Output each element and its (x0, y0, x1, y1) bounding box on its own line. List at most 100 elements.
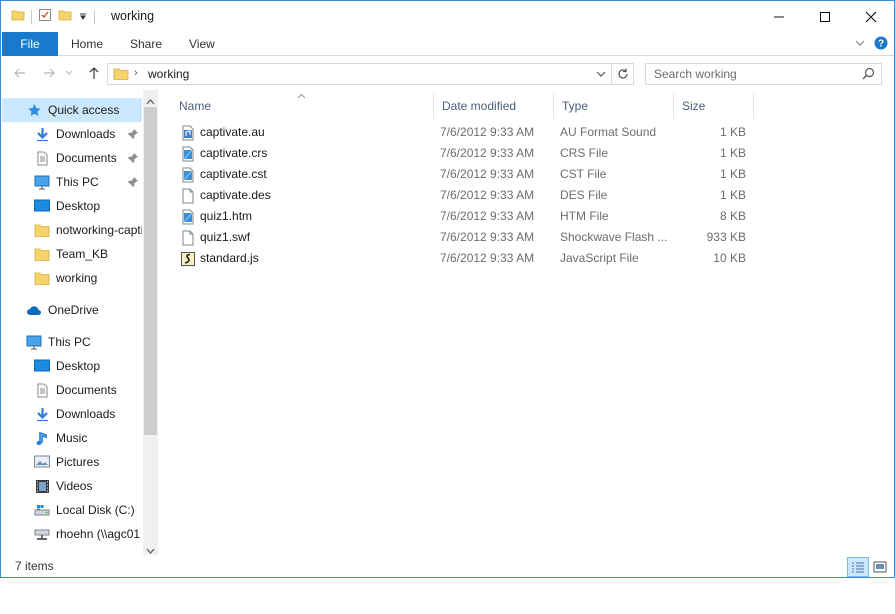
scroll-down-icon[interactable] (146, 544, 155, 555)
nav-item-this-pc[interactable]: This PC (2, 330, 142, 354)
file-row[interactable]: standard.js 7/6/2012 9:33 AM JavaScript … (171, 248, 881, 269)
help-button[interactable]: ? (874, 36, 888, 53)
tab-share[interactable]: Share (130, 32, 162, 56)
address-divider (611, 64, 612, 84)
maximize-icon (820, 11, 830, 22)
column-header-name[interactable]: Name (171, 93, 434, 119)
scroll-up-icon[interactable] (146, 94, 155, 108)
folder-icon (34, 270, 50, 286)
nav-item-this-pc-quick[interactable]: This PC (2, 170, 142, 194)
search-box[interactable] (645, 63, 882, 85)
customize-qat-icon[interactable] (78, 10, 88, 24)
chevron-down-icon (65, 70, 73, 75)
nav-item-team-kb[interactable]: Team_KB (2, 242, 142, 266)
file-type: Shockwave Flash ... (560, 230, 668, 244)
tab-view[interactable]: View (189, 32, 215, 56)
video-icon (34, 478, 50, 494)
file-row[interactable]: captivate.au 7/6/2012 9:33 AM AU Format … (171, 122, 881, 143)
new-folder-icon[interactable] (58, 8, 72, 25)
details-view-button[interactable] (847, 557, 869, 577)
quick-access-toolbar (11, 8, 95, 25)
forward-button[interactable] (39, 63, 59, 83)
desktop-icon (34, 198, 50, 214)
title-bar: working (1, 1, 894, 32)
breadcrumb-separator-icon[interactable]: › (134, 67, 138, 79)
pin-icon[interactable] (127, 176, 139, 188)
chevron-down-icon (855, 40, 865, 46)
blue-file-icon (180, 167, 196, 183)
minimize-button[interactable] (756, 1, 802, 32)
file-type: CRS File (560, 146, 609, 160)
picture-icon (34, 454, 50, 470)
breadcrumb-item[interactable]: working (148, 67, 189, 81)
download-icon (34, 126, 50, 142)
close-button[interactable] (848, 1, 894, 32)
back-button[interactable] (10, 63, 30, 83)
file-size: 933 KB (706, 230, 746, 244)
nav-item-desktop[interactable]: Desktop (2, 354, 142, 378)
minimize-icon (774, 16, 784, 17)
window-title: working (111, 9, 155, 23)
close-icon (865, 11, 877, 22)
maximize-button[interactable] (802, 1, 848, 32)
refresh-button[interactable] (616, 67, 630, 84)
navigation-pane: Quick access Downloads Documents This PC… (2, 90, 158, 555)
nav-scrollbar[interactable] (143, 90, 158, 555)
nav-item-downloads-pc[interactable]: Downloads (2, 402, 142, 426)
column-header-size[interactable]: Size (674, 93, 754, 119)
recent-locations-button[interactable] (63, 63, 75, 83)
pin-icon[interactable] (127, 128, 139, 140)
details-view-icon (852, 562, 864, 573)
large-icons-view-icon (873, 561, 887, 573)
pin-icon[interactable] (127, 152, 139, 164)
nav-item-local-disk[interactable]: Local Disk (C:) (2, 498, 142, 522)
file-row[interactable]: captivate.des 7/6/2012 9:33 AM DES File … (171, 185, 881, 206)
address-bar[interactable]: › working (107, 63, 634, 85)
file-row[interactable]: captivate.crs 7/6/2012 9:33 AM CRS File … (171, 143, 881, 164)
computer-icon (26, 334, 42, 350)
script-file-icon (180, 251, 196, 267)
nav-item-downloads[interactable]: Downloads (2, 122, 142, 146)
folder-icon (11, 8, 25, 25)
help-icon: ? (874, 36, 888, 50)
tab-file[interactable]: File (2, 32, 58, 56)
nav-item-videos[interactable]: Videos (2, 474, 142, 498)
search-input[interactable] (646, 64, 856, 84)
nav-item-pictures[interactable]: Pictures (2, 450, 142, 474)
ribbon-right-controls: ? (854, 36, 888, 53)
file-row[interactable]: quiz1.htm 7/6/2012 9:33 AM HTM File 8 KB (171, 206, 881, 227)
folder-icon (34, 246, 50, 262)
nav-item-music[interactable]: Music (2, 426, 142, 450)
nav-item-desktop-quick[interactable]: Desktop (2, 194, 142, 218)
file-type: DES File (560, 188, 608, 202)
file-type: JavaScript File (560, 251, 639, 265)
column-header-date-modified[interactable]: Date modified (434, 93, 554, 119)
nav-item-onedrive[interactable]: OneDrive (2, 298, 142, 322)
nav-item-notworking-captivate[interactable]: notworking-captivate (2, 218, 142, 242)
column-header-type[interactable]: Type (554, 93, 674, 119)
star-icon (26, 102, 42, 118)
file-size: 1 KB (719, 125, 746, 139)
scrollbar-thumb[interactable] (144, 107, 157, 435)
large-icons-view-button[interactable] (869, 557, 891, 577)
properties-icon[interactable] (38, 8, 52, 25)
file-list: Name Date modified Type Size captivate.a… (171, 90, 881, 555)
nav-item-documents[interactable]: Documents (2, 146, 142, 170)
audio-file-icon (180, 125, 196, 141)
file-date-modified: 7/6/2012 9:33 AM (440, 167, 535, 181)
file-date-modified: 7/6/2012 9:33 AM (440, 209, 535, 223)
nav-item-working[interactable]: working (2, 266, 142, 290)
nav-item-network-drive[interactable]: rhoehn (\\agc01 (2, 522, 142, 546)
file-name: captivate.des (200, 188, 271, 202)
expand-ribbon-button[interactable] (854, 37, 866, 52)
up-button[interactable] (84, 63, 104, 83)
nav-item-quick-access[interactable]: Quick access (2, 98, 142, 122)
music-icon (34, 430, 50, 446)
search-icon[interactable] (862, 67, 875, 83)
nav-item-documents-pc[interactable]: Documents (2, 378, 142, 402)
file-row[interactable]: quiz1.swf 7/6/2012 9:33 AM Shockwave Fla… (171, 227, 881, 248)
tab-home[interactable]: Home (71, 32, 103, 56)
address-history-button[interactable] (595, 68, 607, 83)
file-row[interactable]: captivate.cst 7/6/2012 9:33 AM CST File … (171, 164, 881, 185)
folder-icon (113, 66, 129, 85)
